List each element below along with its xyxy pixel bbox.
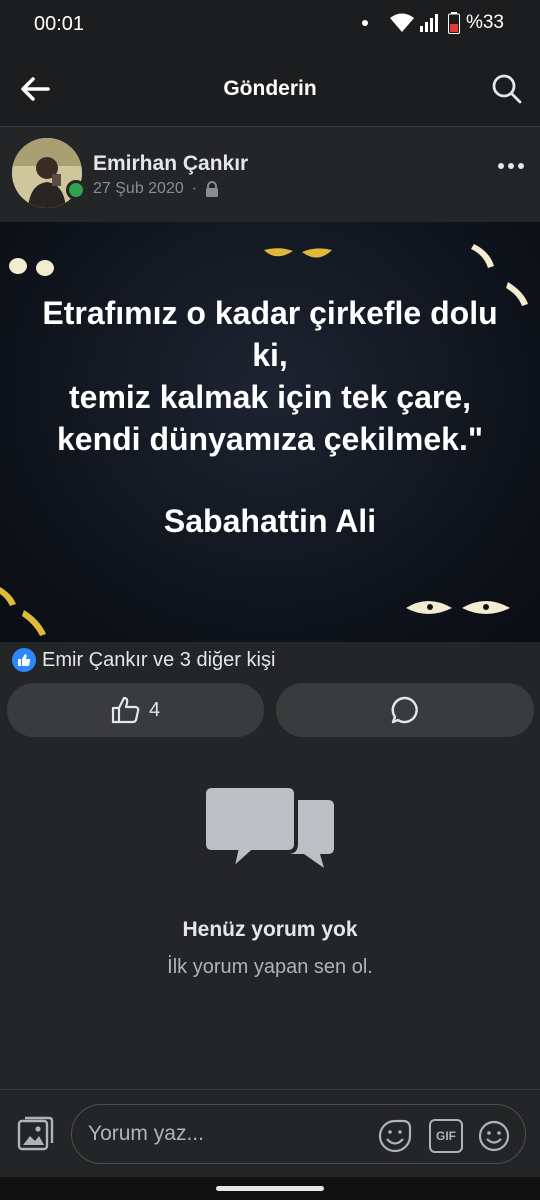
gif-label: GIF (436, 1129, 456, 1143)
comment-input-box[interactable]: GIF (71, 1104, 526, 1164)
like-button[interactable]: 4 (7, 683, 264, 737)
quote-line: ki, (252, 337, 288, 373)
no-comments-icon (202, 784, 334, 876)
page-title: Gönderin (223, 77, 317, 100)
online-status-dot (66, 180, 86, 200)
battery-percent: %33 (465, 12, 504, 33)
signal-icon (419, 14, 438, 32)
post-image[interactable]: Etrafımız o kadar çirkefle dolu ki, temi… (0, 222, 540, 642)
reactions-summary[interactable]: Emir Çankır ve 3 diğer kişi (12, 648, 275, 672)
author-name[interactable]: Emirhan Çankır (93, 152, 248, 176)
status-bar: 00:01 %33 (0, 0, 540, 50)
reactions-text: Emir Çankır ve 3 diğer kişi (42, 648, 276, 671)
post-date[interactable]: 27 Şub 2020 (93, 180, 184, 198)
battery-icon (447, 12, 460, 34)
empty-comments-title: Henüz yorum yok (182, 918, 358, 941)
comment-button[interactable] (276, 683, 534, 737)
gif-button[interactable]: GIF (429, 1119, 463, 1153)
emoji-icon[interactable] (477, 1119, 511, 1153)
comment-composer: GIF (0, 1089, 540, 1177)
home-indicator[interactable] (216, 1186, 324, 1191)
notification-dot-icon (361, 20, 368, 26)
empty-comments-subtitle: İlk yorum yapan sen ol. (167, 956, 373, 978)
top-bar: Gönderin (0, 50, 540, 127)
post-meta: 27 Şub 2020 · (93, 180, 219, 198)
comment-bubble-icon (391, 696, 418, 724)
system-nav-bar (0, 1177, 540, 1200)
quote-text: Etrafımız o kadar çirkefle dolu ki, temi… (10, 292, 530, 542)
wifi-icon (389, 13, 414, 32)
quote-line: temiz kalmak için tek çare, (69, 379, 471, 415)
quote-line: Etrafımız o kadar çirkefle dolu (42, 295, 498, 331)
lock-icon (206, 181, 219, 197)
meta-separator: · (191, 180, 198, 197)
quote-author: Sabahattin Ali (163, 503, 377, 539)
like-reaction-icon (12, 648, 36, 672)
comment-input[interactable] (88, 1105, 368, 1163)
status-icons: %33 (361, 12, 504, 34)
photo-icon[interactable] (16, 1114, 54, 1152)
quote-line: kendi dünyamıza çekilmek." (56, 421, 483, 457)
sticker-icon[interactable] (377, 1118, 413, 1154)
status-time: 00:01 (34, 13, 85, 35)
post-header: Emirhan Çankır 27 Şub 2020 · (0, 128, 540, 222)
thumbs-up-icon (111, 696, 140, 724)
like-count: 4 (148, 698, 161, 721)
search-icon[interactable] (490, 72, 524, 106)
more-options-icon[interactable] (496, 156, 526, 176)
